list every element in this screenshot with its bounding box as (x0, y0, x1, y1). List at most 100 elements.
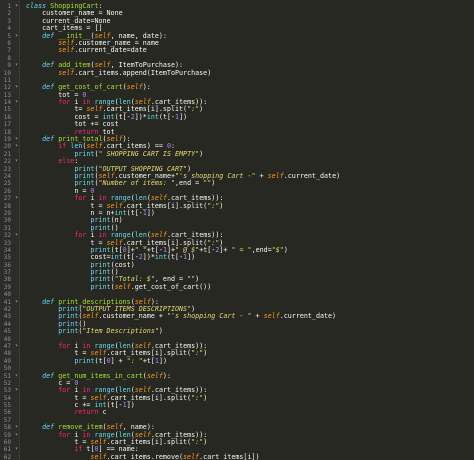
fold-arrow-icon[interactable]: ▾ (14, 195, 19, 202)
line-number: 14 (3, 99, 11, 107)
line-number: 35 (3, 254, 11, 262)
code-token: " SHOPPING CART IS EMPTY" (98, 149, 200, 158)
line-number: 54 (3, 394, 11, 402)
code-token: .current_date=date (74, 46, 147, 55)
code-text: self.current_date=date (26, 47, 147, 54)
code-token: ":" (187, 105, 200, 114)
code-line[interactable]: 62 self.cart_items.remove(self.cart_item… (0, 452, 474, 460)
code-token: .cart_items.remove( (106, 452, 184, 460)
line-number: 33 (3, 239, 11, 247)
code-token: self (146, 371, 163, 380)
code-token: (t[- (126, 208, 143, 217)
code-text: print("Item Descriptions") (26, 327, 163, 336)
fold-arrow-icon[interactable]: ▾ (14, 299, 19, 306)
line-number: 55 (3, 402, 11, 410)
code-token: (t[- (166, 253, 184, 262)
code-line[interactable]: 56 return c (0, 408, 474, 417)
code-token: ": " (126, 356, 143, 365)
code-token: ) (203, 438, 208, 447)
code-token: "Item Descriptions" (82, 327, 159, 336)
code-token: int (154, 253, 167, 262)
fold-arrow-icon[interactable]: ▾ (14, 33, 19, 40)
line-number: 17 (3, 121, 11, 129)
line-number: 34 (3, 246, 11, 254)
code-text: return c (26, 408, 107, 417)
line-number: 62 (3, 453, 11, 460)
line-number: 38 (3, 276, 11, 284)
code-token: self (90, 452, 107, 460)
code-token: ])* (142, 253, 155, 262)
line-number: 50 (3, 365, 11, 373)
line-number: 1 (7, 3, 11, 10)
fold-arrow-icon[interactable]: ▾ (14, 432, 19, 439)
fold-arrow-icon[interactable]: ▾ (14, 373, 19, 380)
fold-arrow-icon[interactable]: ▾ (14, 232, 19, 239)
fold-arrow-icon[interactable]: ▾ (14, 136, 19, 143)
code-line[interactable]: 45 print("Item Descriptions") (0, 327, 474, 336)
code-token: c (102, 408, 107, 417)
fold-arrow-icon[interactable]: ▾ (14, 62, 19, 69)
code-token: (t[- (106, 401, 123, 410)
fold-arrow-icon[interactable]: ▾ (14, 143, 19, 150)
code-token: .get_cost_of_cart()) (130, 282, 212, 291)
line-number: 24 (3, 172, 11, 180)
code-token: self (58, 68, 75, 77)
code-token: .current_date) (283, 171, 341, 180)
fold-arrow-icon[interactable]: ▾ (14, 424, 19, 431)
code-token: ,end= (251, 245, 272, 254)
code-token: ":" (191, 393, 204, 402)
fold-arrow-icon[interactable]: ▾ (14, 446, 19, 453)
line-number: 15 (3, 106, 11, 114)
code-token: .cart_items[i]) (199, 452, 260, 460)
line-number: 27 (3, 195, 11, 203)
line-number: 42 (3, 306, 11, 314)
line-number: 39 (3, 283, 11, 291)
line-number: 56 (3, 409, 11, 417)
code-line[interactable]: 10 self.cart_items.append(ItemToPurchase… (0, 68, 474, 77)
code-token: ) (199, 149, 204, 158)
code-text: self.cart_items.append(ItemToPurchase) (26, 68, 212, 77)
code-token: + (255, 171, 268, 180)
line-number: 26 (3, 187, 11, 195)
line-number: 3 (7, 17, 11, 25)
fold-arrow-icon[interactable]: ▾ (14, 158, 19, 165)
line-number: 40 (3, 291, 11, 299)
code-area[interactable]: 1 ▾ class ShoppingCart: 2 customer_name = N… (0, 2, 474, 460)
code-token: ]+ (219, 245, 232, 254)
code-token: .cart_items.append(ItemToPurchase) (74, 68, 212, 77)
line-number: 23 (3, 165, 11, 173)
code-token: self (126, 83, 143, 92)
line-number: 20 (3, 143, 11, 151)
fold-arrow-icon[interactable]: ▾ (14, 84, 19, 91)
code-editor[interactable]: 1 ▾ class ShoppingCart: 2 customer_name = N… (0, 0, 474, 460)
fold-arrow-icon[interactable]: ▾ (14, 387, 19, 394)
code-token: int (146, 112, 159, 121)
line-number: 29 (3, 209, 11, 217)
code-line[interactable]: 7 self.current_date=date (0, 47, 474, 55)
code-token: self (58, 46, 75, 55)
line-number: 48 (3, 350, 11, 358)
line-number: 46 (3, 335, 11, 343)
code-line[interactable]: 39 print(self.get_cost_of_cart()) (0, 282, 474, 291)
fold-arrow-icon[interactable]: ▾ (14, 99, 19, 106)
line-number: 28 (3, 202, 11, 210)
line-number: 37 (3, 269, 11, 277)
line-number: 10 (3, 69, 11, 77)
fold-arrow-icon[interactable]: ▾ (14, 3, 19, 10)
fold-arrow-icon[interactable]: ▾ (14, 343, 19, 350)
code-token: .customer_name + (98, 312, 167, 321)
line-number: 4 (7, 25, 11, 33)
line-number: 59 (3, 431, 11, 439)
line-number: 47 (3, 342, 11, 350)
line-number: 13 (3, 91, 11, 99)
line-number: 16 (3, 113, 11, 121)
code-token: ])* (134, 112, 147, 121)
code-token: ]) (146, 208, 155, 217)
line-number: 32 (3, 232, 11, 240)
code-line[interactable]: 49 print(t[0] + ": "+t[1]) (0, 356, 474, 365)
